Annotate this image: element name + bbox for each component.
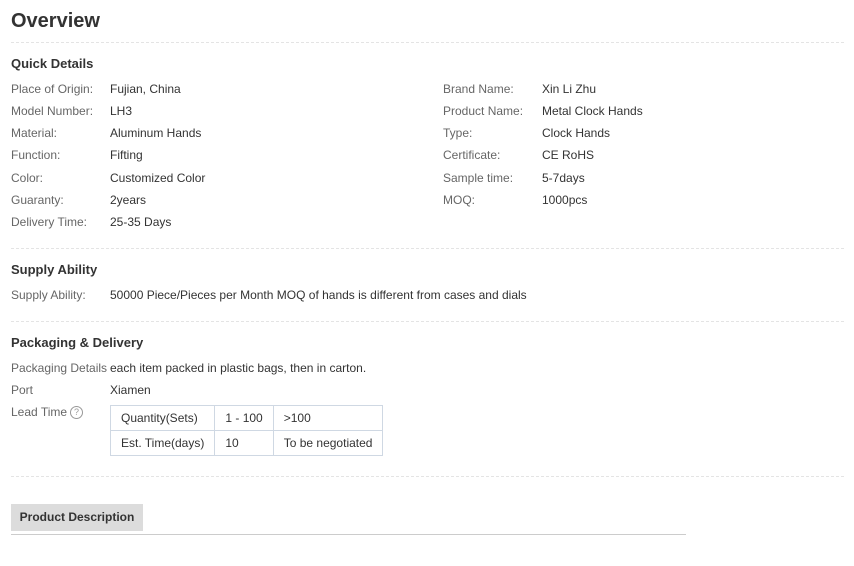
detail-value: 5-7days [542, 171, 585, 185]
detail-label: Delivery Time: [11, 215, 88, 229]
supply-ability-title: Supply Ability [11, 262, 98, 277]
lead-time-table: Quantity(Sets) 1 - 100 >100 Est. Time(da… [109, 405, 384, 456]
supply-ability-label: Supply Ability: [11, 288, 86, 302]
lead-time-label-wrap: Lead Time ? [11, 405, 84, 419]
product-description-tab[interactable]: Product Description [11, 504, 143, 531]
detail-value: Fujian, China [110, 82, 181, 96]
detail-value: 2years [110, 193, 147, 207]
detail-label: Sample time: [443, 171, 514, 185]
detail-label: Type: [443, 126, 473, 140]
detail-label: Product Name: [443, 104, 524, 118]
table-cell: 10 [214, 430, 274, 456]
detail-value: Fifting [110, 148, 143, 162]
detail-label: MOQ: [443, 193, 475, 207]
table-cell: Est. Time(days) [109, 430, 216, 456]
detail-value: Aluminum Hands [110, 126, 202, 140]
detail-value: Metal Clock Hands [542, 104, 643, 118]
divider [11, 321, 844, 322]
detail-value: LH3 [110, 104, 133, 118]
divider [11, 42, 844, 43]
detail-label: Model Number: [11, 104, 94, 118]
quick-details-title: Quick Details [11, 56, 94, 71]
page-title: Overview [11, 10, 100, 32]
supply-ability-value: 50000 Piece/Pieces per Month MOQ of hand… [110, 288, 527, 302]
detail-value: 25-35 Days [110, 215, 172, 229]
table-row: Quantity(Sets) 1 - 100 >100 [109, 405, 384, 431]
table-cell: 1 - 100 [214, 405, 274, 431]
detail-value: CE RoHS [542, 148, 595, 162]
detail-value: Xin Li Zhu [542, 82, 597, 96]
port-label: Port [11, 383, 34, 397]
detail-label: Color: [11, 171, 44, 185]
detail-label: Guaranty: [11, 193, 64, 207]
lead-time-label: Lead Time [11, 405, 68, 419]
divider [11, 248, 844, 249]
detail-value: Clock Hands [542, 126, 611, 140]
detail-label: Place of Origin: [11, 82, 94, 96]
question-circle-icon[interactable]: ? [70, 405, 84, 419]
packaging-details-value: each item packed in plastic bags, then i… [110, 361, 367, 375]
detail-label: Brand Name: [443, 82, 514, 96]
tab-underline [11, 534, 686, 535]
detail-value: 1000pcs [542, 193, 588, 207]
packaging-title: Packaging & Delivery [11, 335, 144, 350]
table-row: Est. Time(days) 10 To be negotiated [109, 430, 384, 456]
table-cell: To be negotiated [272, 430, 384, 456]
detail-label: Material: [11, 126, 58, 140]
detail-value: Customized Color [110, 171, 206, 185]
table-cell: Quantity(Sets) [109, 405, 216, 431]
divider [11, 476, 844, 477]
detail-label: Certificate: [443, 148, 501, 162]
detail-label: Function: [11, 148, 61, 162]
port-value: Xiamen [110, 383, 151, 397]
packaging-details-label: Packaging Details [11, 361, 108, 375]
table-cell: >100 [272, 405, 384, 431]
